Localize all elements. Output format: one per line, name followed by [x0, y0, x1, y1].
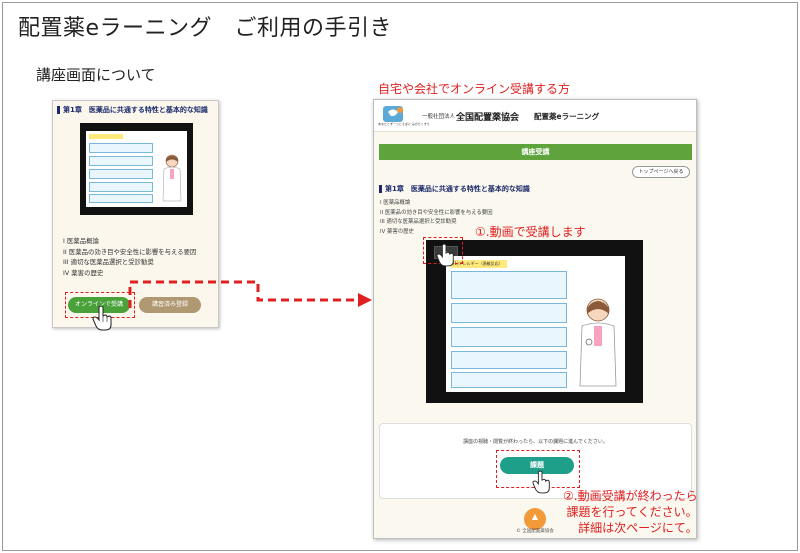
- up-arrow-icon[interactable]: ▲: [524, 508, 546, 530]
- step1-annotation: ①.動画で受講します: [475, 225, 586, 239]
- slide-text-box: [451, 372, 567, 388]
- slide-text-box: [89, 194, 153, 203]
- logo-tagline: あなたとずーっとそばに みのりくすり: [378, 122, 430, 126]
- chapter-title: 第1章 医薬品に共通する特性と基本的な知識: [57, 105, 214, 118]
- step2-annotation: ②.動画受講が終わったら 課題を行ってください。 詳細は次ページにて。: [563, 488, 698, 536]
- doctor-figure-icon: [579, 298, 617, 387]
- slide-text-box: [89, 182, 153, 192]
- menu-item[interactable]: III 適切な医薬品選択と受診勧奨: [63, 257, 213, 268]
- section-title: 講座画面について: [36, 66, 156, 84]
- org-type: 一般社団法人: [422, 114, 456, 120]
- slide-text-box: [89, 156, 153, 166]
- menu-item[interactable]: I 医薬品概論: [380, 199, 493, 209]
- chapter-menu: I 医薬品概論 II 医薬品の効き目や安全性に影響を与える要因 III 適切な医…: [63, 236, 213, 278]
- video-player[interactable]: [80, 123, 193, 215]
- slide-text-box: [89, 169, 153, 179]
- hand-pointer-icon: [92, 305, 112, 331]
- slide-text-box: [451, 351, 567, 369]
- online-heading: 自宅や会社でオンライン受講する方: [378, 82, 571, 96]
- site-name: 配置薬eラーニング: [534, 112, 600, 121]
- step2-line: 詳細は次ページにて。: [578, 521, 698, 535]
- video-player[interactable]: ▶ (1)アレルギー（過敏反応）: [426, 240, 643, 403]
- slide-title-bar: [89, 134, 123, 139]
- page-title: 配置薬eラーニング ご利用の手引き: [18, 16, 393, 41]
- lecture-slide: [86, 131, 187, 207]
- slide-text-box: [89, 143, 153, 153]
- menu-item[interactable]: I 医薬品概論: [63, 236, 213, 247]
- course-bar: 講座受講: [379, 144, 692, 160]
- lecture-slide: (1)アレルギー（過敏反応）: [446, 256, 625, 392]
- hand-pointer-icon: [436, 243, 454, 267]
- step2-line: 課題を行ってください。: [566, 505, 698, 519]
- menu-item[interactable]: IV 薬害の歴史: [63, 268, 213, 279]
- step2-line: ②.動画受講が終わったら: [563, 489, 698, 503]
- menu-item[interactable]: II 医薬品の効き目や安全性に影響を与える要因: [380, 209, 493, 219]
- completed-registration-button[interactable]: 講習済み登録: [139, 297, 201, 313]
- hand-pointer-icon: [532, 470, 550, 494]
- doctor-figure-icon: [162, 154, 182, 202]
- course-screen-thumbnail: 第1章 医薬品に共通する特性と基本的な知識 I 医薬品概論 II 医薬品の効き目…: [52, 100, 219, 328]
- back-to-top-button[interactable]: トップページへ戻る: [632, 166, 690, 178]
- org-name: 全国配置薬協会: [456, 113, 520, 123]
- menu-item[interactable]: II 医薬品の効き目や安全性に影響を与える要因: [63, 247, 213, 258]
- slide-text-box: [451, 303, 567, 323]
- slide-text-box: [451, 327, 567, 347]
- task-notice: 講座の視聴・閲覧が終わったら、以下の課題に進んでください。: [463, 439, 608, 445]
- slide-text-box: [451, 271, 567, 299]
- chapter-title: 第1章 医薬品に共通する特性と基本的な知識: [379, 184, 530, 194]
- site-header: あなたとずーっとそばに みのりくすり 一般社団法人 全国配置薬協会 配置薬eラー…: [374, 100, 696, 132]
